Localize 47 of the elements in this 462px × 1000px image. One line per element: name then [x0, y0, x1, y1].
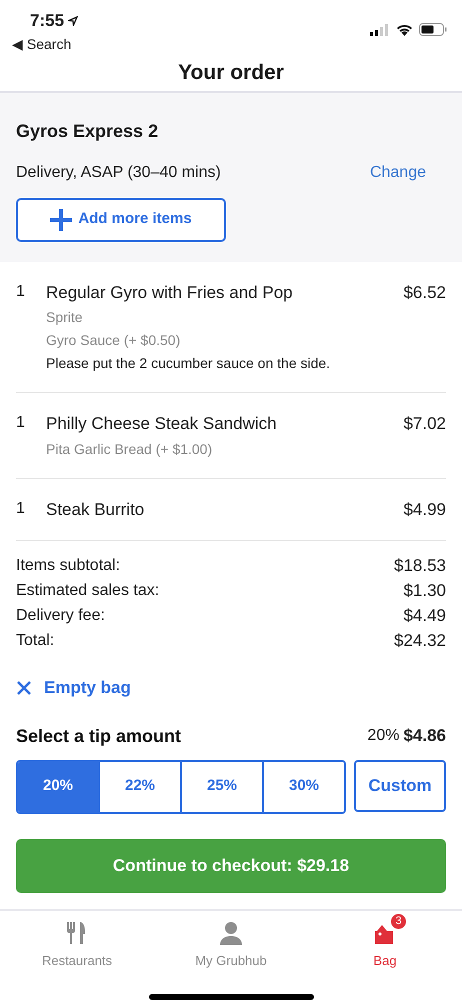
total-label: Items subtotal: — [16, 556, 120, 576]
back-to-search-link[interactable]: ◀ Search — [12, 34, 78, 54]
checkout-button[interactable]: Continue to checkout: $29.18 — [16, 838, 446, 892]
item-quantity: 1 — [16, 282, 26, 302]
item-note: Please put the 2 cucumber sauce on the side. — [46, 354, 332, 373]
total-value: $4.49 — [403, 604, 446, 627]
tab-bar-item[interactable]: 3 Bag — [308, 912, 462, 972]
plus-icon — [50, 208, 72, 230]
tip-option[interactable]: 30% — [262, 762, 344, 812]
add-more-items-button[interactable]: Add more items — [16, 198, 226, 242]
badge-count: 3 — [390, 912, 407, 930]
total-value: $1.30 — [403, 580, 446, 602]
status-time: 7:55 — [30, 10, 64, 32]
signal-icon — [370, 24, 390, 36]
empty-bag-button[interactable]: Empty bag — [16, 675, 131, 700]
tip-amount: $4.86 — [403, 725, 446, 748]
person-icon — [219, 920, 243, 944]
item-quantity: 1 — [16, 498, 26, 518]
item-price: $6.52 — [403, 282, 446, 304]
total-value: $18.53 — [394, 554, 446, 577]
item-name: Steak Burrito — [46, 498, 146, 520]
item-price: $7.02 — [403, 413, 446, 435]
restaurant-name: Gyros Express 2 — [16, 120, 160, 143]
tab-bar-item[interactable]: My Grubhub — [154, 912, 308, 972]
item-option: Pita Garlic Bread (+ $1.00) — [46, 438, 404, 460]
total-label: Estimated sales tax: — [16, 580, 160, 600]
delivery-info: Delivery, ASAP (30–40 mins) — [16, 162, 221, 182]
item-price: $4.99 — [403, 498, 446, 520]
item-option: Gyro Sauce (+ $0.50) — [46, 330, 404, 351]
page-title: Your order — [178, 60, 284, 86]
close-icon — [16, 680, 32, 696]
item-name: Philly Cheese Steak Sandwich — [46, 413, 278, 435]
custom-tip-button[interactable]: Custom — [354, 760, 446, 812]
item-option: Sprite — [46, 307, 404, 328]
location-arrow-icon — [68, 16, 78, 26]
battery-icon — [419, 23, 447, 36]
total-value: $24.32 — [394, 630, 446, 652]
item-quantity: 1 — [16, 413, 26, 433]
tip-option[interactable]: 20% — [18, 762, 98, 812]
item-name: Regular Gyro with Fries and Pop — [46, 282, 294, 304]
total-label: Total: — [16, 630, 54, 650]
wifi-icon — [396, 24, 413, 36]
change-link[interactable]: Change — [370, 160, 426, 184]
tab-bar-item[interactable]: Restaurants — [0, 912, 154, 972]
total-label: Delivery fee: — [16, 606, 105, 626]
tip-percent: 20% — [367, 726, 400, 746]
tip-title: Select a tip amount — [16, 724, 182, 748]
